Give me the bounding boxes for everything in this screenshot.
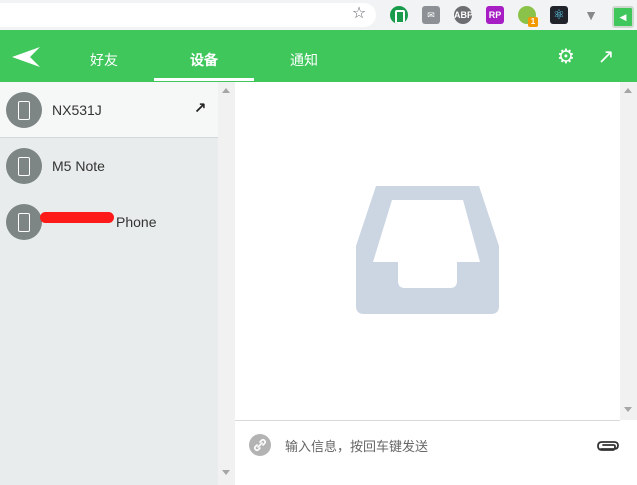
tab-devices[interactable]: 设备	[154, 30, 254, 82]
ext-pushbullet-icon[interactable]: ◀	[612, 6, 634, 28]
address-bar[interactable]	[0, 3, 376, 27]
extension-badge: 1	[528, 17, 538, 27]
link-icon[interactable]	[249, 434, 271, 456]
device-avatar	[6, 92, 42, 128]
device-item[interactable]: M5 Note	[0, 138, 218, 194]
settings-gear-icon[interactable]: ⚙	[555, 46, 577, 68]
ext-mail-icon[interactable]: ✉	[422, 6, 440, 24]
main-pane	[235, 82, 637, 485]
device-list: NX531J ↗ M5 Note Phone	[0, 82, 235, 485]
tab-notifications[interactable]: 通知	[254, 30, 354, 82]
device-item[interactable]: NX531J ↗	[0, 82, 218, 138]
open-device-arrow-icon[interactable]: ↗	[192, 101, 208, 117]
active-tab-indicator	[154, 78, 254, 81]
sidebar-scrollbar[interactable]	[218, 82, 235, 485]
popout-arrow-icon[interactable]: ↗	[595, 46, 617, 68]
device-name: NX531J	[52, 102, 102, 118]
ext-rp-icon[interactable]: RP	[486, 6, 504, 24]
message-input[interactable]	[283, 433, 587, 459]
scroll-up-arrow-icon[interactable]	[222, 88, 230, 93]
redaction-mark	[40, 212, 114, 223]
device-name: Phone	[116, 214, 157, 230]
device-avatar	[6, 148, 42, 184]
tab-friends[interactable]: 好友	[54, 30, 154, 82]
attach-paperclip-icon[interactable]	[595, 435, 621, 457]
phone-icon	[18, 213, 30, 232]
pushbullet-logo-icon[interactable]	[12, 47, 42, 67]
empty-inbox-icon	[356, 186, 499, 314]
app-header: 好友 设备 通知 ⚙ ↗	[0, 30, 637, 82]
device-avatar	[6, 204, 42, 240]
scroll-up-arrow-icon[interactable]	[624, 88, 632, 93]
scroll-down-arrow-icon[interactable]	[624, 407, 632, 412]
main-scrollbar[interactable]	[620, 82, 637, 420]
phone-icon	[18, 157, 30, 176]
star-icon[interactable]: ☆	[349, 4, 369, 24]
message-composer	[235, 420, 620, 481]
device-name: M5 Note	[52, 158, 105, 174]
ext-adblock-icon[interactable]: ABP	[454, 6, 472, 24]
scroll-down-arrow-icon[interactable]	[222, 470, 230, 475]
browser-toolbar: ☆ ✉ ABP RP 1 ⚛ ▼ ◀	[0, 0, 637, 30]
ext-extra-icon[interactable]: 1	[518, 6, 538, 27]
ext-react-icon[interactable]: ⚛	[550, 6, 568, 24]
ext-onenote-icon[interactable]	[390, 6, 408, 24]
phone-icon	[18, 101, 30, 120]
ext-vue-icon[interactable]: ▼	[582, 6, 600, 24]
